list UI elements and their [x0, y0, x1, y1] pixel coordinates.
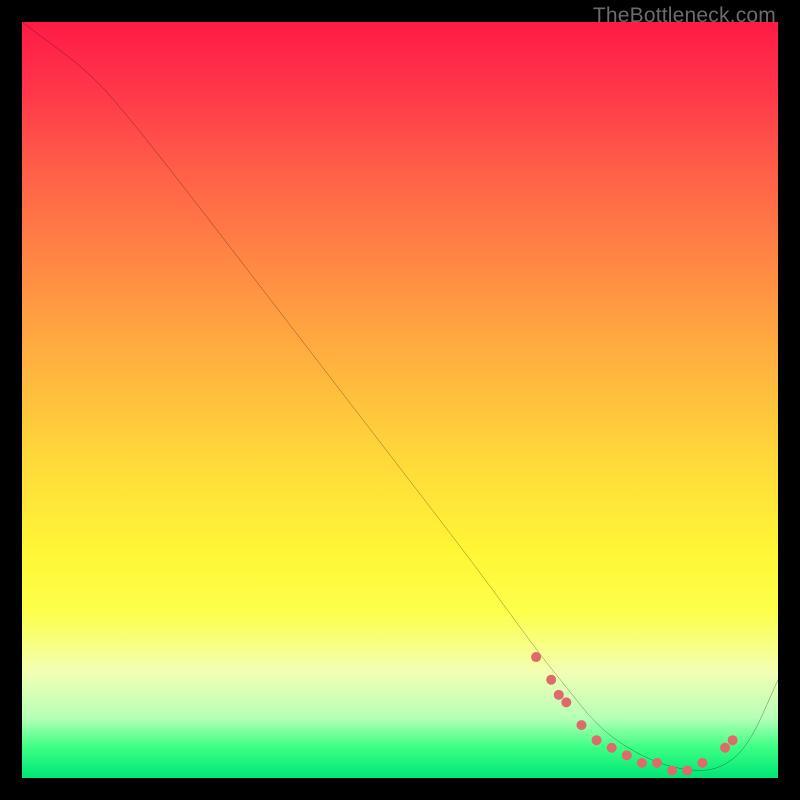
highlight-point	[728, 735, 738, 745]
highlight-point	[697, 758, 707, 768]
highlight-point	[607, 743, 617, 753]
highlight-point	[667, 765, 677, 775]
bottleneck-curve	[22, 22, 778, 770]
highlight-point	[554, 690, 564, 700]
highlight-point	[682, 765, 692, 775]
highlight-points	[531, 652, 738, 775]
plot-area	[22, 22, 778, 778]
highlight-point	[546, 675, 556, 685]
highlight-point	[652, 758, 662, 768]
highlight-point	[531, 652, 541, 662]
highlight-point	[576, 720, 586, 730]
highlight-point	[622, 750, 632, 760]
chart-svg	[22, 22, 778, 778]
highlight-point	[561, 697, 571, 707]
highlight-point	[637, 758, 647, 768]
highlight-point	[720, 743, 730, 753]
highlight-point	[592, 735, 602, 745]
watermark-text: TheBottleneck.com	[593, 4, 776, 28]
chart-stage: TheBottleneck.com	[0, 0, 800, 800]
